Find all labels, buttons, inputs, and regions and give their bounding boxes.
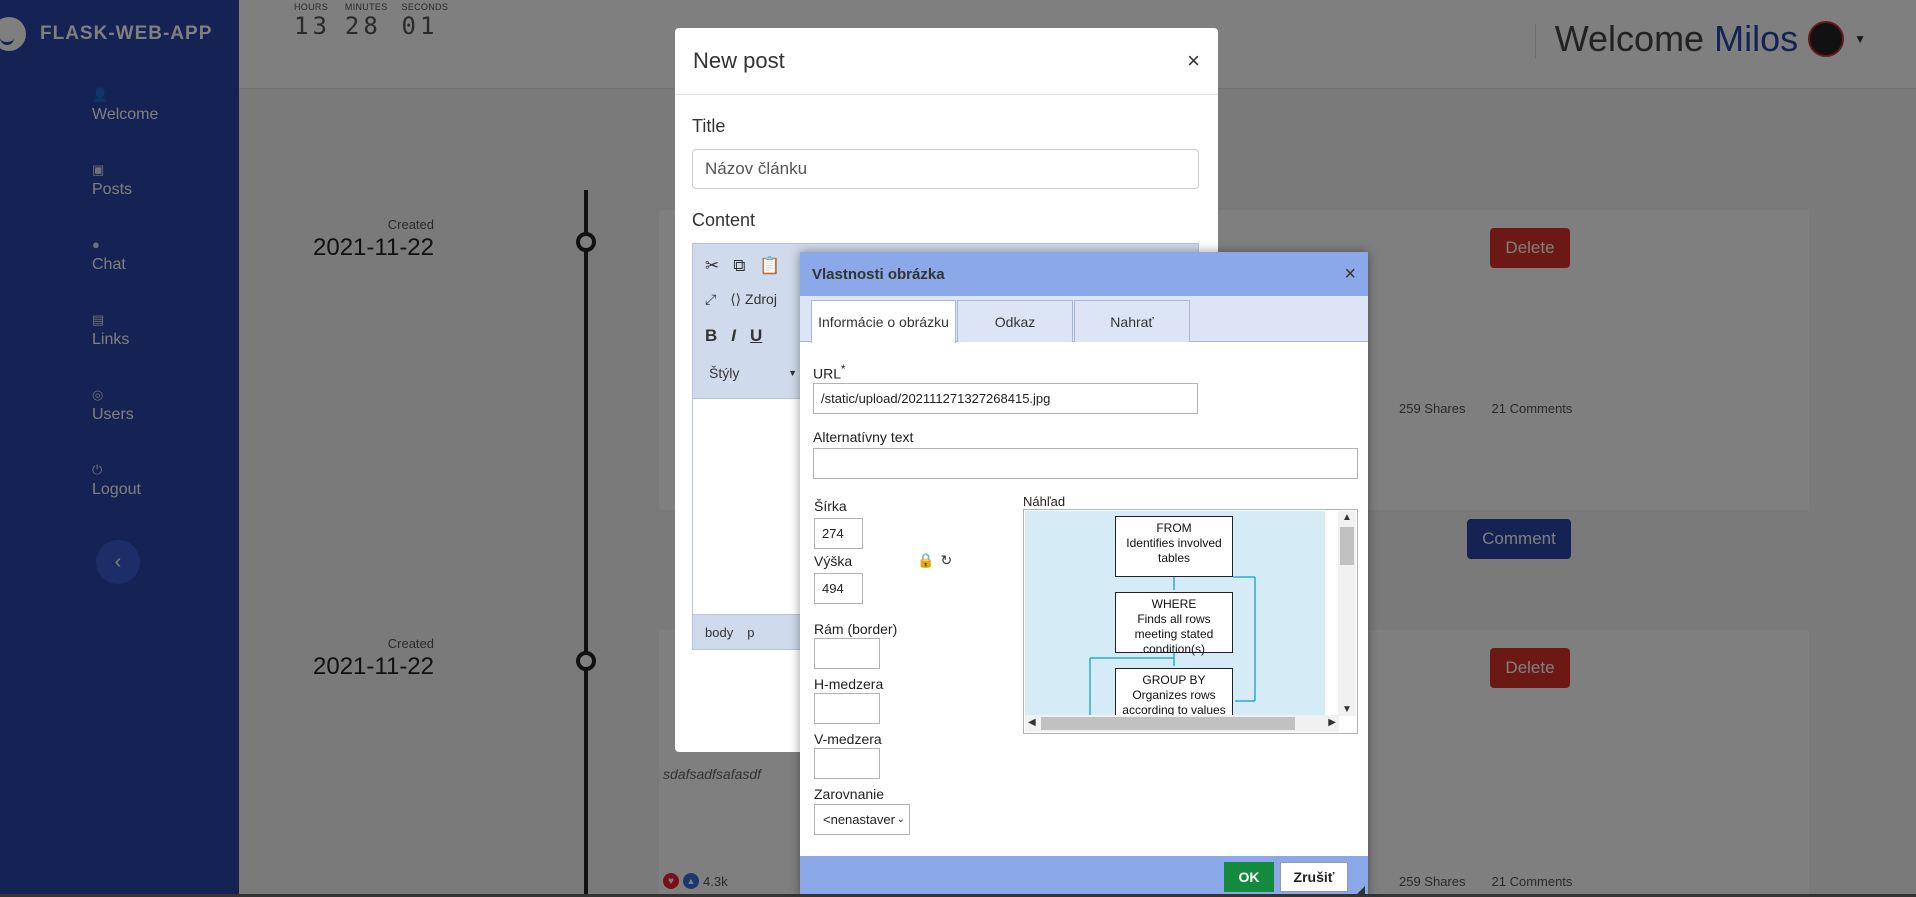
image-preview: FROM Identifies involved tables WHERE Fi… [1023, 509, 1358, 734]
align-label: Zarovnanie [814, 786, 885, 802]
height-label: Výška [814, 553, 853, 569]
modal-title: New post [693, 48, 785, 73]
border-label: Rám (border) [814, 621, 898, 637]
close-icon[interactable]: × [1187, 48, 1200, 74]
toolbar-row-document: ⤢ ⟨⟩ Zdroj [705, 291, 777, 308]
title-input[interactable]: Názov článku [692, 149, 1199, 189]
chevron-down-icon: ⌄ [896, 814, 905, 825]
flow-arrows [1089, 576, 1256, 716]
styles-label: Štýly [709, 365, 740, 381]
tab-upload[interactable]: Nahrať [1074, 300, 1190, 342]
resize-handle-icon[interactable] [1357, 886, 1365, 894]
width-label: Šírka [814, 498, 847, 514]
toolbar-row-format: B I U [705, 326, 762, 346]
underline-button[interactable]: U [750, 326, 762, 346]
vspace-label: V-medzera [814, 731, 882, 747]
cut-icon[interactable]: ✂ [705, 256, 719, 276]
dialog-header[interactable]: Vlastnosti obrázka × [800, 252, 1368, 296]
styles-dropdown[interactable]: Štýly ▼ [703, 361, 803, 385]
url-label: URL* [813, 363, 846, 382]
chevron-down-icon: ▼ [788, 368, 797, 378]
url-label-text: URL [813, 365, 842, 382]
align-select[interactable]: <nenastavené> ⌄ [814, 804, 910, 835]
source-icon: ⟨⟩ [730, 291, 742, 307]
url-input[interactable]: /static/upload/202111271327268415.jpg [813, 383, 1198, 414]
title-label: Title [692, 116, 726, 136]
dialog-footer: OK Zrušiť [800, 856, 1368, 897]
copy-icon[interactable]: ⧉ [733, 256, 745, 276]
width-input[interactable]: 274 [814, 518, 863, 549]
vspace-input[interactable] [814, 748, 880, 779]
paste-icon[interactable]: 📋 [759, 256, 780, 276]
image-properties-dialog: Vlastnosti obrázka × Informácie o obrázk… [800, 252, 1368, 897]
scrollbar-thumb[interactable] [1340, 527, 1354, 565]
required-marker: * [841, 363, 846, 376]
scrollbar-thumb[interactable] [1041, 717, 1295, 730]
dialog-title: Vlastnosti obrázka [812, 265, 945, 283]
path-p[interactable]: p [747, 625, 754, 640]
border-input[interactable] [814, 638, 880, 669]
lock-icon[interactable]: 🔒 [917, 552, 934, 569]
path-body[interactable]: body [705, 625, 733, 640]
preview-image: FROM Identifies involved tables WHERE Fi… [1025, 511, 1325, 716]
scroll-down-icon[interactable]: ▼ [1342, 704, 1352, 715]
cancel-button[interactable]: Zrušiť [1280, 862, 1348, 892]
height-input[interactable]: 494 [814, 573, 863, 604]
hspace-input[interactable] [814, 693, 880, 724]
modal-header: New post × [675, 28, 1218, 95]
scroll-up-icon[interactable]: ▲ [1342, 512, 1352, 523]
italic-button[interactable]: I [731, 326, 736, 346]
hspace-label: H-medzera [814, 676, 884, 692]
reset-size-icon[interactable]: ↻ [940, 552, 952, 569]
align-selected-value: <nenastavené> [823, 812, 895, 827]
alt-text-input[interactable] [813, 448, 1358, 479]
dialog-tabs: Informácie o obrázku Odkaz Nahrať [800, 296, 1368, 343]
preview-horizontal-scrollbar[interactable]: ◀ ▶ [1025, 715, 1339, 732]
ratio-controls: 🔒 ↻ [917, 552, 952, 569]
ok-button[interactable]: OK [1224, 862, 1274, 892]
close-icon[interactable]: × [1344, 263, 1356, 286]
scroll-right-icon[interactable]: ▶ [1328, 717, 1336, 728]
preview-label: Náhľad [1023, 494, 1066, 509]
source-label: Zdroj [745, 291, 777, 307]
bold-button[interactable]: B [705, 326, 717, 346]
alt-text-label: Alternatívny text [813, 429, 914, 445]
toolbar-row-clipboard: ✂ ⧉ 📋 [705, 256, 781, 276]
scroll-left-icon[interactable]: ◀ [1028, 717, 1036, 728]
maximize-icon[interactable]: ⤢ [705, 291, 716, 308]
tab-link[interactable]: Odkaz [957, 300, 1073, 342]
source-button[interactable]: ⟨⟩ Zdroj [730, 291, 777, 308]
content-label: Content [692, 210, 756, 230]
tab-image-info[interactable]: Informácie o obrázku [811, 300, 956, 343]
preview-vertical-scrollbar[interactable]: ▲ ▼ [1338, 511, 1356, 716]
